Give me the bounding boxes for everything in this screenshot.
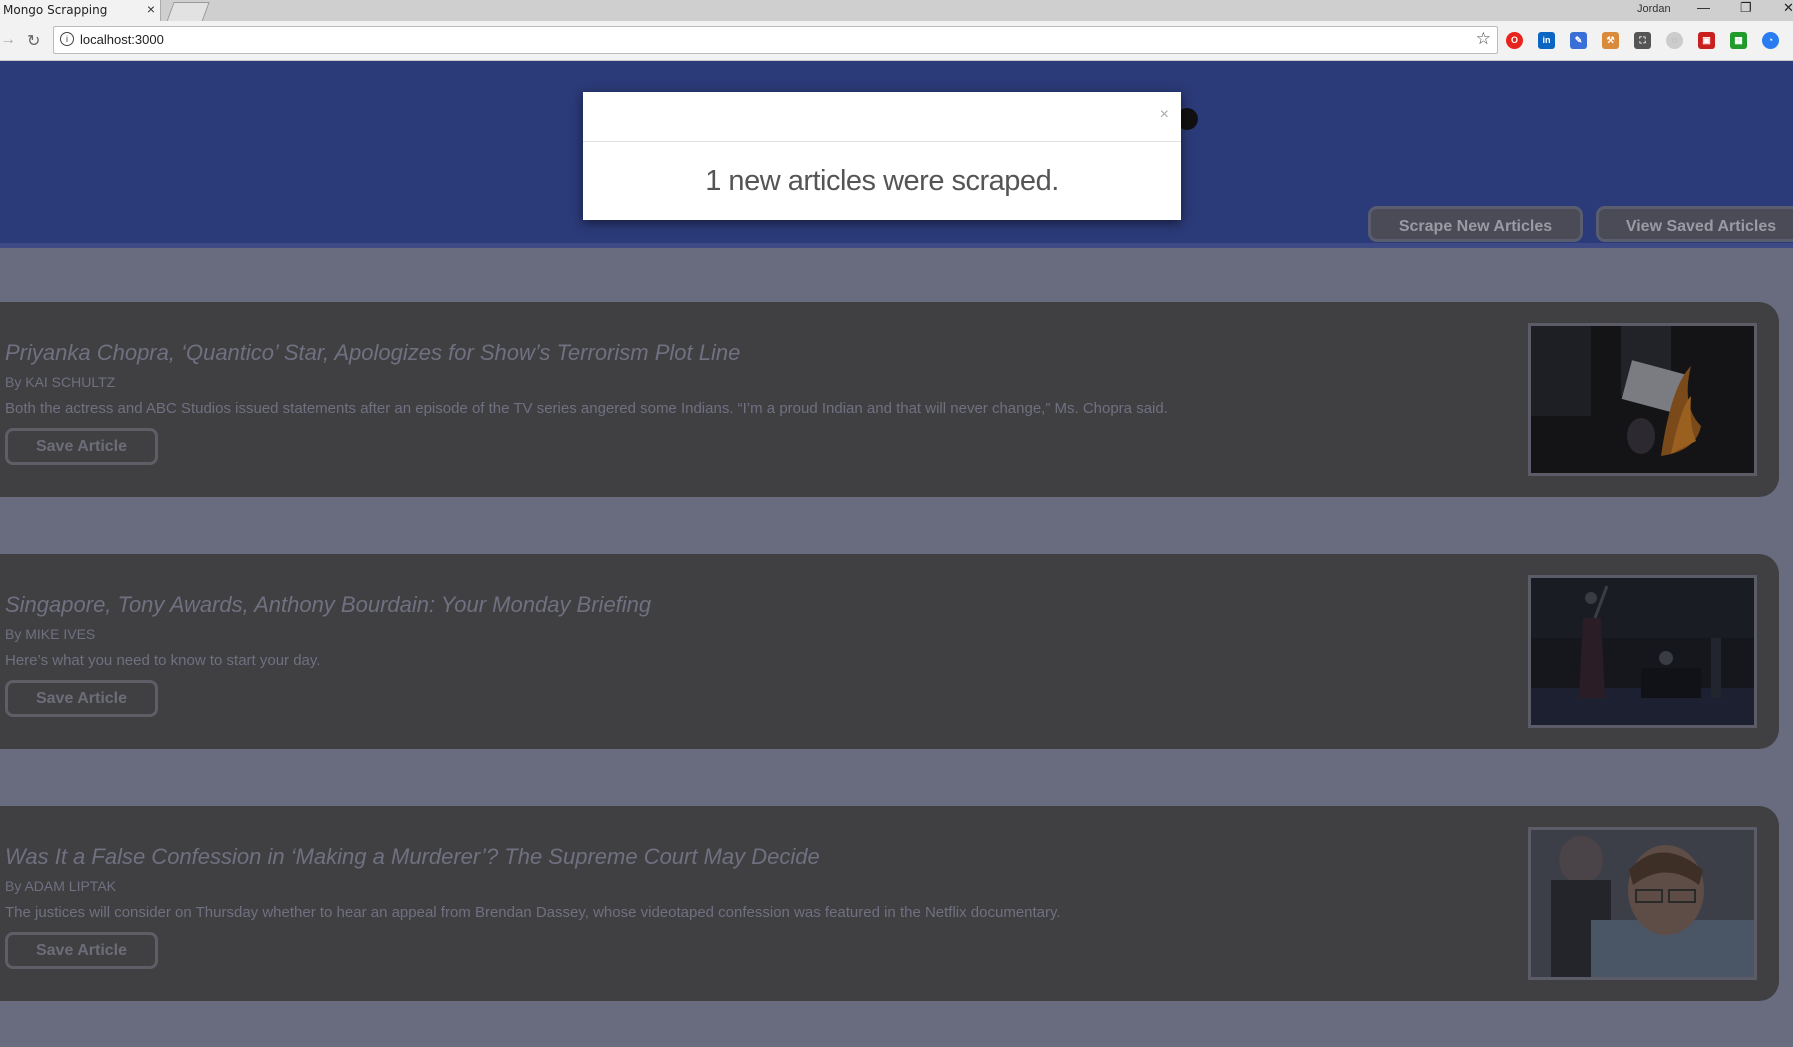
- new-tab-button[interactable]: [166, 2, 210, 22]
- address-bar[interactable]: i localhost:3000 ☆: [53, 26, 1498, 54]
- messenger-extension-icon[interactable]: ◔: [1762, 32, 1779, 49]
- counter-extension-icon[interactable]: ▦: [1730, 32, 1747, 49]
- article-thumbnail: [1528, 827, 1757, 980]
- reload-icon[interactable]: ↻: [27, 31, 40, 51]
- info-icon[interactable]: i: [60, 32, 74, 46]
- article-byline: By ADAM LIPTAK: [5, 878, 116, 894]
- screenshot-extension-icon[interactable]: ⛶: [1634, 32, 1651, 49]
- scrape-result-modal: × 1 new articles were scraped.: [583, 92, 1181, 220]
- tab-close-icon[interactable]: ×: [147, 1, 155, 17]
- article-thumbnail: [1528, 323, 1757, 476]
- article-thumbnail: [1528, 575, 1757, 728]
- circle-extension-icon[interactable]: ◌: [1666, 32, 1683, 49]
- minimize-icon[interactable]: —: [1697, 0, 1710, 15]
- article-summary: Both the actress and ABC Studios issued …: [5, 400, 1168, 417]
- browser-tab-bar: Mongo Scrapping × Jordan — ❐ ✕: [0, 0, 1793, 22]
- cors-extension-icon[interactable]: ▣: [1698, 32, 1715, 49]
- article-title[interactable]: Singapore, Tony Awards, Anthony Bourdain…: [5, 592, 651, 618]
- url-text[interactable]: localhost:3000: [80, 32, 164, 47]
- save-article-button[interactable]: Save Article: [5, 428, 158, 465]
- eyedropper-extension-icon[interactable]: ✎: [1570, 32, 1587, 49]
- modal-message: 1 new articles were scraped.: [705, 165, 1059, 197]
- article-byline: By MIKE IVES: [5, 626, 96, 642]
- tab-title: Mongo Scrapping: [3, 3, 108, 17]
- browser-toolbar: → ↻ i localhost:3000 ☆ O in ✎ ⚒ ⛶ ◌ ▣ ▦ …: [0, 21, 1793, 61]
- modal-close-icon[interactable]: ×: [1160, 106, 1169, 124]
- close-window-icon[interactable]: ✕: [1783, 0, 1793, 16]
- modal-header: ×: [583, 92, 1181, 142]
- profile-name[interactable]: Jordan: [1637, 3, 1671, 15]
- article-byline: By KAI SCHULTZ: [5, 374, 116, 390]
- browser-tab[interactable]: Mongo Scrapping ×: [0, 0, 161, 21]
- scrape-new-articles-button[interactable]: Scrape New Articles: [1368, 206, 1583, 242]
- article-card: Was It a False Confession in ‘Making a M…: [0, 806, 1779, 1001]
- linkedin-extension-icon[interactable]: in: [1538, 32, 1555, 49]
- article-card: Priyanka Chopra, ‘Quantico’ Star, Apolog…: [0, 302, 1779, 497]
- article-title[interactable]: Priyanka Chopra, ‘Quantico’ Star, Apolog…: [5, 340, 740, 366]
- article-card: Singapore, Tony Awards, Anthony Bourdain…: [0, 554, 1779, 749]
- forward-icon[interactable]: →: [0, 31, 16, 49]
- article-summary: Here’s what you need to know to start yo…: [5, 652, 321, 669]
- article-title[interactable]: Was It a False Confession in ‘Making a M…: [5, 844, 820, 870]
- bookmark-star-icon[interactable]: ☆: [1476, 29, 1491, 49]
- view-saved-articles-button[interactable]: View Saved Articles: [1596, 206, 1793, 242]
- restore-icon[interactable]: ❐: [1740, 0, 1752, 16]
- save-article-button[interactable]: Save Article: [5, 932, 158, 969]
- opera-extension-icon[interactable]: O: [1506, 32, 1523, 49]
- article-summary: The justices will consider on Thursday w…: [5, 904, 1061, 921]
- hammer-extension-icon[interactable]: ⚒: [1602, 32, 1619, 49]
- save-article-button[interactable]: Save Article: [5, 680, 158, 717]
